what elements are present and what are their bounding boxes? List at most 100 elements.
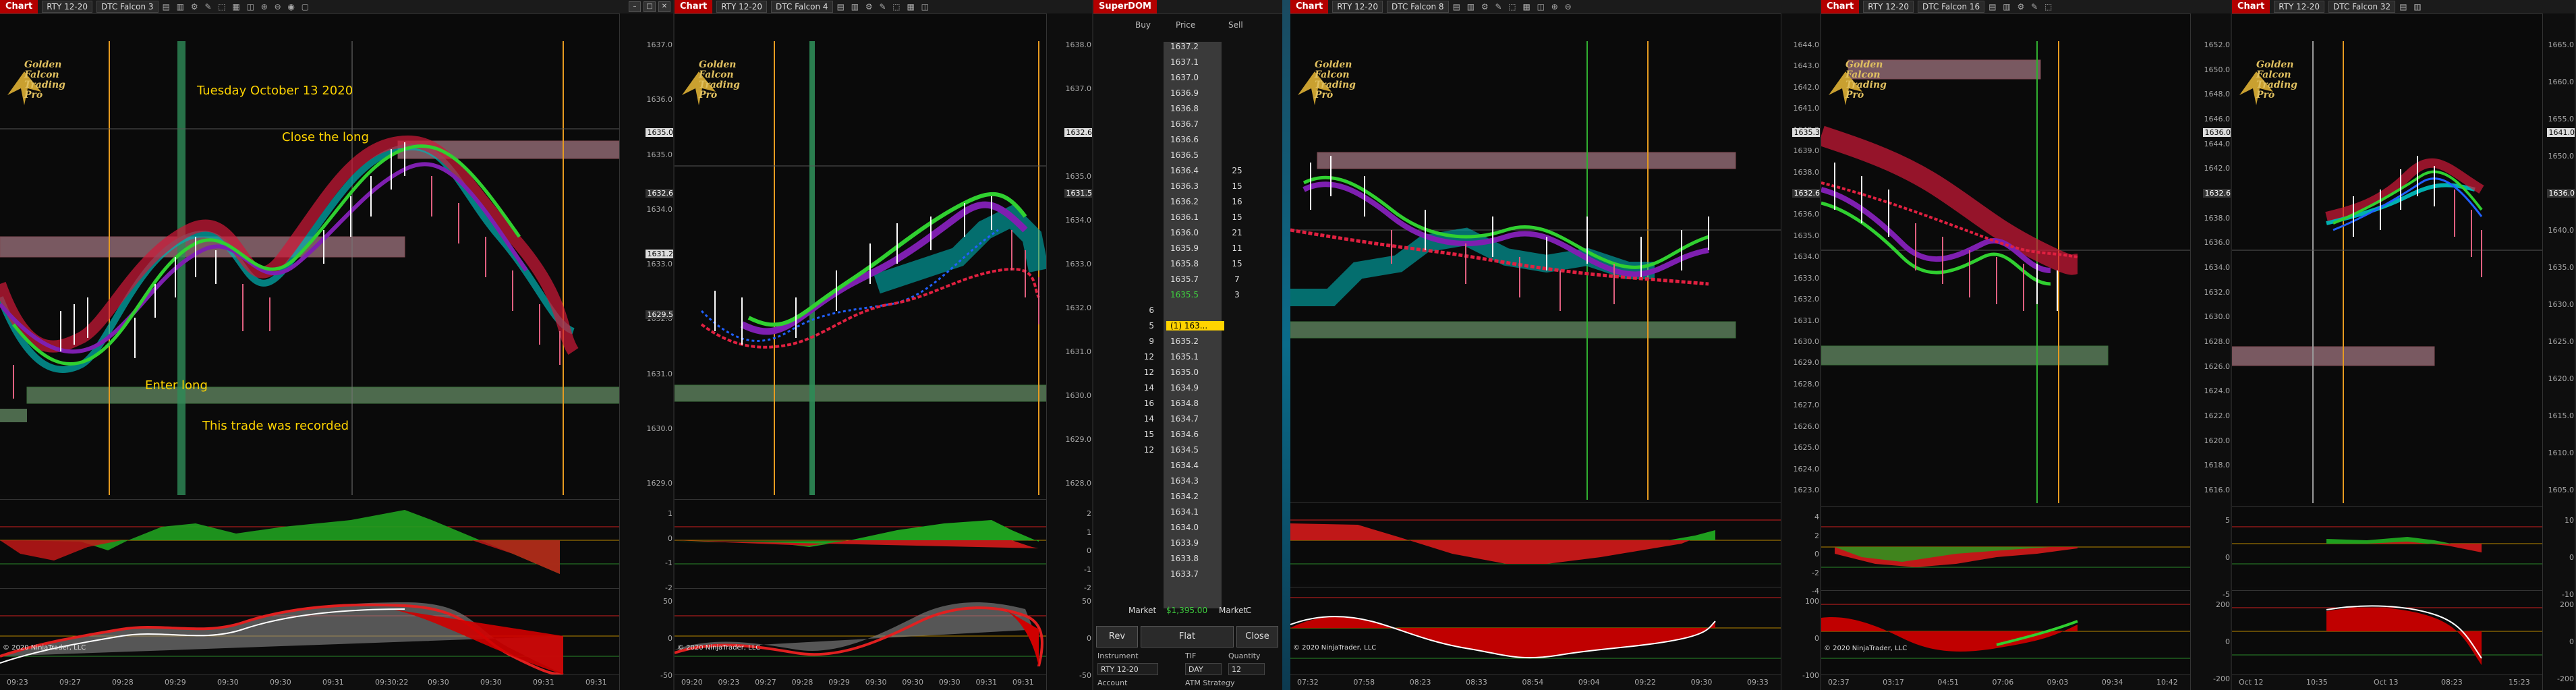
dom-row[interactable]: 1636.0 21 xyxy=(1093,228,1282,243)
instrument-selector[interactable]: RTY 12-20 xyxy=(1863,1,1914,13)
template-selector[interactable]: DTC Falcon 8 xyxy=(1387,1,1449,13)
dom-row[interactable]: 15 1634.6 xyxy=(1093,430,1282,445)
dom-row[interactable]: 16 1634.8 xyxy=(1093,399,1282,414)
dom-row[interactable]: 1634.3 xyxy=(1093,476,1282,492)
minimize-icon[interactable]: – xyxy=(629,1,641,12)
dom-row[interactable]: 12 1635.0 xyxy=(1093,368,1282,383)
instrument-selector[interactable]: RTY 12-20 xyxy=(42,1,93,13)
market-sell-label[interactable]: Market xyxy=(1219,606,1247,615)
oscillator-1[interactable] xyxy=(1290,502,1781,584)
dom-row[interactable]: 1637.1 xyxy=(1093,57,1282,73)
dom-row[interactable]: 1637.2 xyxy=(1093,42,1282,57)
time-axis[interactable]: 09:23 09:27 09:28 09:29 09:30 09:30 09:31 09:30… xyxy=(0,674,619,690)
ask-size[interactable]: 3 xyxy=(1222,290,1253,299)
instrument-selector[interactable]: RTY 12-20 xyxy=(1332,1,1383,13)
dom-row[interactable]: 1634.2 xyxy=(1093,492,1282,507)
instrument-selector[interactable]: RTY 12-20 xyxy=(716,1,768,13)
bid-size[interactable]: 14 xyxy=(1120,414,1154,424)
time-axis[interactable]: 02:37 03:17 04:51 07:06 09:03 09:34 10:42 xyxy=(1821,674,2190,690)
dom-row[interactable]: 1636.1 15 xyxy=(1093,212,1282,228)
ask-size[interactable]: 7 xyxy=(1222,275,1253,284)
price-axis[interactable]: 1644.01643.01642.01641.01640.01639.01638… xyxy=(1781,13,1820,690)
dom-row[interactable]: 1634.0 xyxy=(1093,523,1282,538)
dom-row[interactable]: 12 1634.5 xyxy=(1093,445,1282,461)
dom-row[interactable]: 1636.7 xyxy=(1093,119,1282,135)
price-ladder[interactable]: 1637.2 1637.1 1637.0 1636.9 1636.8 1636.7 1636… xyxy=(1093,42,1282,608)
oscillator-1[interactable] xyxy=(1821,506,2190,587)
price-plot[interactable]: Golden Falcon Trading Pro Tuesday October 1… xyxy=(0,14,620,495)
price-axis[interactable]: 1665.01660.01655.01650.01645.01640.01635… xyxy=(2542,13,2575,690)
market-c-label[interactable]: C xyxy=(1246,606,1251,615)
dom-row[interactable]: 1633.8 xyxy=(1093,554,1282,569)
dom-row[interactable]: 12 1635.1 xyxy=(1093,352,1282,368)
toolbar-icons[interactable]: ▤ ▥ ⚙ ✎ ⬚ ▦ ◫ ⊕ ⊖ xyxy=(1453,2,1574,11)
chart-2-tab[interactable]: Chart xyxy=(675,0,713,13)
dom-row[interactable]: 1633.9 xyxy=(1093,538,1282,554)
bid-size[interactable]: 5 xyxy=(1120,321,1154,330)
dom-row[interactable]: 1635.9 11 xyxy=(1093,243,1282,259)
template-selector[interactable]: DTC Falcon 4 xyxy=(771,1,833,13)
chart-1-tab[interactable]: Chart xyxy=(0,0,38,13)
dom-row[interactable]: 1633.7 xyxy=(1093,569,1282,585)
dom-row[interactable]: 1636.6 xyxy=(1093,135,1282,150)
price-plot[interactable]: Golden Falcon Trading Pro xyxy=(2232,14,2542,503)
oscillator-2[interactable]: © 2020 NinjaTrader, LLC xyxy=(1290,587,1781,675)
dom-row[interactable]: 1636.2 16 xyxy=(1093,197,1282,212)
oscillator-2[interactable]: © 2020 NinjaTrader, LLC xyxy=(0,588,619,676)
dom-row[interactable]: 1634.4 xyxy=(1093,461,1282,476)
dom-row[interactable]: 1634.1 xyxy=(1093,507,1282,523)
tif-field[interactable]: DAY xyxy=(1185,663,1222,675)
template-selector[interactable]: DTC Falcon 3 xyxy=(96,1,159,13)
price-axis[interactable]: 1637.01636.01635.01634.01633.01632.01631… xyxy=(619,13,673,690)
price-plot[interactable]: Golden Falcon Trading Pro xyxy=(1290,14,1781,500)
toolbar-icons[interactable]: ▤ ▥ ⚙ ✎ ⬚ ▦ ◫ ⊕ ⊖ ◉ ▢ xyxy=(163,2,312,11)
bid-size[interactable]: 15 xyxy=(1120,430,1154,439)
oscillator-2[interactable] xyxy=(2232,590,2542,675)
oscillator-1[interactable] xyxy=(675,499,1046,586)
dom-row[interactable]: 1637.0 xyxy=(1093,73,1282,88)
time-axis[interactable]: 07:32 07:58 08:23 08:33 08:54 09:04 09:22 09:30… xyxy=(1290,674,1781,690)
ask-size[interactable]: 11 xyxy=(1222,243,1253,253)
reverse-button[interactable]: Rev xyxy=(1096,626,1138,648)
instrument-field[interactable]: RTY 12-20 xyxy=(1097,663,1158,675)
template-selector[interactable]: DTC Falcon 32 xyxy=(2328,1,2396,13)
time-axis[interactable]: 09:20 09:23 09:27 09:28 09:29 09:30 09:30 09:30… xyxy=(675,674,1046,690)
dom-row[interactable]: 14 1634.9 xyxy=(1093,383,1282,399)
bid-size[interactable]: 9 xyxy=(1120,337,1154,346)
bid-size[interactable]: 14 xyxy=(1120,383,1154,393)
superdom-tab[interactable]: SuperDOM xyxy=(1093,0,1157,13)
bid-size[interactable]: 6 xyxy=(1120,306,1154,315)
dom-row[interactable]: 6 xyxy=(1093,306,1282,321)
market-buy-label[interactable]: Market xyxy=(1128,606,1156,615)
toolbar-icons[interactable]: ▤ ▥ ⚙ ✎ ⬚ xyxy=(1988,2,2054,11)
dom-row[interactable]: 1636.8 xyxy=(1093,104,1282,119)
template-selector[interactable]: DTC Falcon 16 xyxy=(1918,1,1985,13)
chart-4-tab[interactable]: Chart xyxy=(1821,0,1860,13)
chart-3-tab[interactable]: Chart xyxy=(1290,0,1329,13)
dom-row[interactable]: 1636.4 25 xyxy=(1093,166,1282,181)
price-plot[interactable]: Golden Falcon Trading Pro xyxy=(675,14,1049,495)
oscillator-2[interactable]: © 2020 NinjaTrader, LLC xyxy=(1821,590,2190,675)
ask-size[interactable]: 16 xyxy=(1222,197,1253,206)
quantity-field[interactable]: 12 xyxy=(1228,663,1265,675)
dom-row[interactable]: 1636.9 xyxy=(1093,88,1282,104)
ask-size[interactable]: 25 xyxy=(1222,166,1253,175)
chart-5-tab[interactable]: Chart xyxy=(2232,0,2270,13)
price-axis[interactable]: 1638.01637.01636.01635.01634.01633.01632… xyxy=(1046,13,1092,690)
oscillator-1[interactable] xyxy=(2232,506,2542,587)
maximize-icon[interactable]: □ xyxy=(643,1,656,12)
dom-row[interactable]: 1635.8 15 xyxy=(1093,259,1282,275)
ask-size[interactable]: 15 xyxy=(1222,259,1253,268)
dom-row[interactable]: 1636.5 xyxy=(1093,150,1282,166)
dom-row[interactable]: 9 1635.2 xyxy=(1093,337,1282,352)
price-plot[interactable]: Golden Falcon Trading Pro xyxy=(1821,14,2190,503)
oscillator-2[interactable]: © 2020 NinjaTrader, LLC xyxy=(675,588,1046,675)
ask-size[interactable]: 15 xyxy=(1222,212,1253,222)
bid-size[interactable]: 12 xyxy=(1120,368,1154,377)
close-button[interactable]: Close xyxy=(1236,626,1278,648)
oscillator-1[interactable] xyxy=(0,499,619,586)
toolbar-icons[interactable]: ▤ ▥ ⚙ ✎ ⬚ ▦ ◫ xyxy=(837,2,931,11)
price-axis[interactable]: 1652.01650.01648.01646.01644.01642.01640… xyxy=(2190,13,2231,690)
instrument-selector[interactable]: RTY 12-20 xyxy=(2274,1,2325,13)
dom-row[interactable]: 1635.7 7 xyxy=(1093,275,1282,290)
